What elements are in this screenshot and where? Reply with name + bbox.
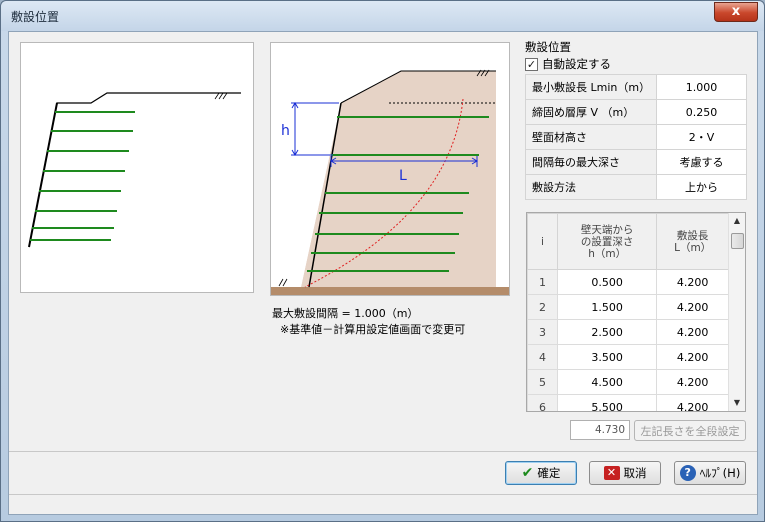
settings-row: 間隔毎の最大深さ 考慮する xyxy=(524,149,747,175)
settings-group-title: 敷設位置 xyxy=(525,40,571,54)
length-cell[interactable]: 4.200 xyxy=(656,294,729,320)
table-row: 1 0.500 4.200 xyxy=(527,269,729,295)
close-button[interactable]: x xyxy=(714,2,758,22)
ok-label: 確定 xyxy=(537,466,561,480)
layer-grid: i 壁天端から の設置深さ h（m） 敷設長 L（m） 1 0.500 4.200 2 1.500… xyxy=(526,212,746,412)
table-row: 6 5.500 4.200 xyxy=(527,394,729,411)
settings-row-value[interactable]: 上から xyxy=(656,174,747,200)
window-title: 敷設位置 xyxy=(11,10,60,24)
overview-wall-drawing xyxy=(28,92,241,248)
cancel-x-icon: ✕ xyxy=(603,466,620,480)
table-row: 5 4.500 4.200 xyxy=(527,369,729,395)
settings-table: 最小敷設長 Lmin（m） 1.000 締固め層厚 V （m） 0.250 壁面材高さ 2… xyxy=(524,74,747,200)
settings-row-label: 敷設方法 xyxy=(524,174,658,200)
title-bar: 敷設位置 x xyxy=(1,1,764,31)
row-index: 4 xyxy=(527,344,558,370)
settings-row: 最小敷設長 Lmin（m） 1.000 xyxy=(524,74,747,100)
dialog-client-area: h L 最大敷設間隔 = 1.000（m） ※基準値－計算用設定値画面で変更可 … xyxy=(8,31,758,515)
checkmark-icon: ✔ xyxy=(521,465,534,481)
dialog-window: 敷設位置 x h L 最大敷設間隔 = 1.000（m） ※基準値－計算用設定値… xyxy=(0,0,765,522)
grid-column-header: 壁天端から の設置深さ h（m） xyxy=(556,213,658,270)
depth-cell[interactable]: 5.500 xyxy=(556,394,658,411)
row-index: 1 xyxy=(527,269,558,295)
help-label: ﾍﾙﾌﾟ(H) xyxy=(699,466,741,480)
grid-header-line: 敷設長 xyxy=(676,229,709,242)
settings-row-value[interactable]: 2・V xyxy=(656,124,747,150)
depth-cell[interactable]: 4.500 xyxy=(556,369,658,395)
overview-preview-panel xyxy=(20,42,254,293)
table-row: 2 1.500 4.200 xyxy=(527,294,729,320)
row-index: 2 xyxy=(527,294,558,320)
auto-setting-checkbox-row[interactable]: ✓ 自動設定する xyxy=(525,56,611,72)
grid-header-line: i xyxy=(541,235,544,248)
table-row: 3 2.500 4.200 xyxy=(527,319,729,345)
auto-setting-label: 自動設定する xyxy=(542,57,611,71)
settings-row-label: 壁面材高さ xyxy=(524,124,658,150)
length-cell[interactable]: 4.200 xyxy=(656,394,729,411)
grid-header-line: L（m） xyxy=(674,241,712,254)
settings-row-label: 最小敷設長 Lmin（m） xyxy=(524,74,658,100)
layer-grid-table: i 壁天端から の設置深さ h（m） 敷設長 L（m） 1 0.500 4.200 2 1.500… xyxy=(527,213,729,411)
grid-column-header: 敷設長 L（m） xyxy=(656,213,729,270)
grid-vertical-scrollbar[interactable]: ▲ ▼ xyxy=(728,213,745,411)
length-cell[interactable]: 4.200 xyxy=(656,319,729,345)
status-separator xyxy=(9,494,757,495)
length-label: L xyxy=(399,168,407,184)
length-cell[interactable]: 4.200 xyxy=(656,344,729,370)
help-button[interactable]: ? ﾍﾙﾌﾟ(H) xyxy=(674,461,746,485)
scrollbar-thumb[interactable] xyxy=(731,233,744,249)
schematic-preview-panel: h L xyxy=(270,42,510,296)
row-index: 3 xyxy=(527,319,558,345)
help-icon: ? xyxy=(679,465,696,481)
set-all-lengths-button[interactable]: 左記長さを全段設定 xyxy=(634,420,746,441)
max-spacing-note: 最大敷設間隔 = 1.000（m） xyxy=(272,307,419,320)
length-cell[interactable]: 4.200 xyxy=(656,269,729,295)
grid-header-line: h（m） xyxy=(588,247,627,260)
settings-row: 締固め層厚 V （m） 0.250 xyxy=(524,99,747,125)
cancel-label: 取消 xyxy=(623,466,647,480)
scroll-down-icon[interactable]: ▼ xyxy=(729,395,745,411)
depth-cell[interactable]: 3.500 xyxy=(556,344,658,370)
settings-row-label: 間隔毎の最大深さ xyxy=(524,149,658,175)
length-cell[interactable]: 4.200 xyxy=(656,369,729,395)
grid-header-line: の設置深さ xyxy=(580,235,634,248)
grid-header-line: 壁天端から xyxy=(580,223,634,236)
settings-row-value[interactable]: 0.250 xyxy=(656,99,747,125)
depth-cell[interactable]: 2.500 xyxy=(556,319,658,345)
length-input[interactable]: 4.730 xyxy=(570,420,630,440)
row-index: 5 xyxy=(527,369,558,395)
height-spacing-label: h xyxy=(281,123,290,139)
cancel-button[interactable]: ✕ 取消 xyxy=(589,461,661,485)
settings-row-label: 締固め層厚 V （m） xyxy=(524,99,658,125)
settings-row: 敷設方法 上から xyxy=(524,174,747,200)
scroll-up-icon[interactable]: ▲ xyxy=(729,213,745,229)
settings-row-value[interactable]: 考慮する xyxy=(656,149,747,175)
ok-button[interactable]: ✔ 確定 xyxy=(505,461,577,485)
separator xyxy=(9,451,757,452)
schematic-wall-drawing: h L xyxy=(271,69,509,295)
row-index: 6 xyxy=(527,394,558,411)
settings-row: 壁面材高さ 2・V xyxy=(524,124,747,150)
depth-cell[interactable]: 1.500 xyxy=(556,294,658,320)
auto-setting-checkbox[interactable]: ✓ xyxy=(525,57,538,71)
grid-column-header: i xyxy=(527,213,558,270)
basis-note: ※基準値－計算用設定値画面で変更可 xyxy=(280,323,466,336)
settings-row-value[interactable]: 1.000 xyxy=(656,74,747,100)
table-row: 4 3.500 4.200 xyxy=(527,344,729,370)
depth-cell[interactable]: 0.500 xyxy=(556,269,658,295)
